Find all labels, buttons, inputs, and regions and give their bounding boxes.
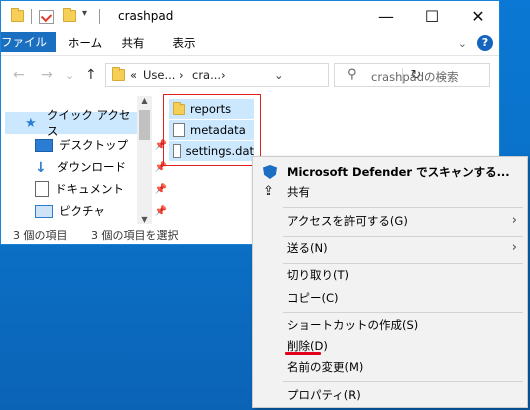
search-icon: ⚲ [347,67,357,82]
maximize-button[interactable]: ☐ [409,1,455,32]
defender-shield-icon [263,165,277,179]
up-button[interactable]: ↑ [85,67,97,83]
sidebar-item-label: ドキュメント [55,182,124,196]
desktop-icon [35,138,53,152]
address-dropdown-icon[interactable]: ⌄ [274,68,284,82]
quick-access-toolbar-dropdown-icon[interactable]: ▾ [82,8,87,19]
download-icon: ↓ [35,160,47,176]
selected-count: 3 個の項目を選択 [91,229,179,242]
folder-icon [173,101,185,115]
navigation-scrollbar[interactable]: ▲ ▼ [137,96,152,224]
file-name: metadata [190,123,246,137]
expand-ribbon-icon[interactable]: ⌄ [458,37,467,50]
file-item-metadata[interactable]: metadata [169,120,254,140]
navigation-pane: ★ クイック アクセス デスクトップ 📌 ↓ ダウンロード 📌 ドキュメント 📌… [1,96,167,224]
recent-locations-icon[interactable]: ⌄ [65,69,74,82]
delete-highlight-underline [285,352,321,355]
item-count: 3 個の項目 [13,229,68,242]
menu-item-label: Microsoft Defender でスキャンする... [287,165,510,179]
menu-item-label: 名前の変更(M) [287,360,364,374]
menu-item-label: 共有 [287,185,310,199]
file-item-settings-dat[interactable]: settings.dat [169,141,254,161]
file-name: settings.dat [185,144,254,158]
address-segment-crashpad[interactable]: cra... [192,68,221,82]
pictures-icon [35,204,53,218]
menu-item-label: コピー(C) [287,291,339,305]
sidebar-item-label: デスクトップ [59,138,128,152]
menu-item-give-access[interactable]: アクセスを許可する(G) › [253,210,527,232]
star-icon: ★ [25,116,37,131]
tab-file[interactable]: ファイル [1,32,56,52]
menu-item-send-to[interactable]: 送る(N) › [253,237,527,259]
address-segment-users[interactable]: Use... [143,68,175,82]
navigation-bar: ← → ⌄ ↑ « Use... › cra... › ⌄ ↻ ⚲ crashp… [1,55,499,96]
back-button[interactable]: ← [13,67,25,83]
divider [99,9,100,24]
menu-item-label: プロパティ(R) [287,388,361,402]
menu-item-label: 切り取り(T) [287,268,349,282]
pin-icon: 📌 [154,183,167,195]
title-bar: ▾ crashpad — ☐ ✕ [1,1,499,32]
file-icon [173,144,181,158]
submenu-arrow-icon: › [511,213,517,228]
address-chevron[interactable]: › [221,68,226,82]
menu-item-share[interactable]: ⇪ 共有 [253,181,527,203]
scroll-down-icon[interactable]: ▼ [137,215,152,224]
menu-item-rename[interactable]: 名前の変更(M) [253,356,527,378]
menu-separator [283,312,523,313]
context-menu: Microsoft Defender でスキャンする... ⇪ 共有 アクセスを… [252,156,528,408]
minimize-button[interactable]: — [363,1,409,32]
sidebar-item-label: ピクチャ [59,204,105,218]
file-icon [173,123,185,137]
scroll-up-icon[interactable]: ▲ [137,96,152,105]
documents-icon [35,181,49,197]
scrollbar-thumb[interactable] [139,110,150,140]
address-bar[interactable]: « Use... › cra... › ⌄ ↻ [105,63,421,87]
menu-item-defender-scan[interactable]: Microsoft Defender でスキャンする... [253,161,527,183]
sidebar-item-label: ダウンロード [57,160,126,174]
new-folder-icon[interactable] [63,8,76,22]
folder-icon [112,67,125,81]
close-button[interactable]: ✕ [455,1,501,32]
forward-button[interactable]: → [41,67,53,83]
folder-icon [11,8,24,22]
menu-item-label: ショートカットの作成(S) [287,318,419,332]
menu-item-label: アクセスを許可する(G) [287,214,408,228]
menu-separator [283,207,523,208]
ribbon-tabs: ファイル ホーム 共有 表示 ⌄ ? [1,32,499,55]
menu-item-copy[interactable]: コピー(C) [253,287,527,309]
menu-item-properties[interactable]: プロパティ(R) [253,384,527,406]
window-title: crashpad [118,9,174,23]
address-chevron[interactable]: › [179,68,184,82]
menu-item-label: 送る(N) [287,241,328,255]
pin-icon: 📌 [154,205,167,217]
menu-item-create-shortcut[interactable]: ショートカットの作成(S) [253,314,527,336]
menu-item-cut[interactable]: 切り取り(T) [253,264,527,286]
tab-home[interactable]: ホーム [61,32,109,55]
menu-separator [283,381,523,382]
address-overflow[interactable]: « [130,68,137,82]
share-icon: ⇪ [263,184,274,199]
submenu-arrow-icon: › [511,240,517,255]
search-box[interactable]: ⚲ crashpadの検索 [334,63,490,87]
tab-share[interactable]: 共有 [113,32,153,55]
tab-view[interactable]: 表示 [161,32,207,55]
properties-icon[interactable] [39,10,54,24]
file-item-reports[interactable]: reports [169,99,254,119]
search-placeholder: crashpadの検索 [371,70,459,84]
sidebar-item-quick-access[interactable]: ★ クイック アクセス [5,108,141,138]
help-icon[interactable]: ? [477,35,493,51]
file-name: reports [190,102,232,116]
divider [31,9,32,24]
